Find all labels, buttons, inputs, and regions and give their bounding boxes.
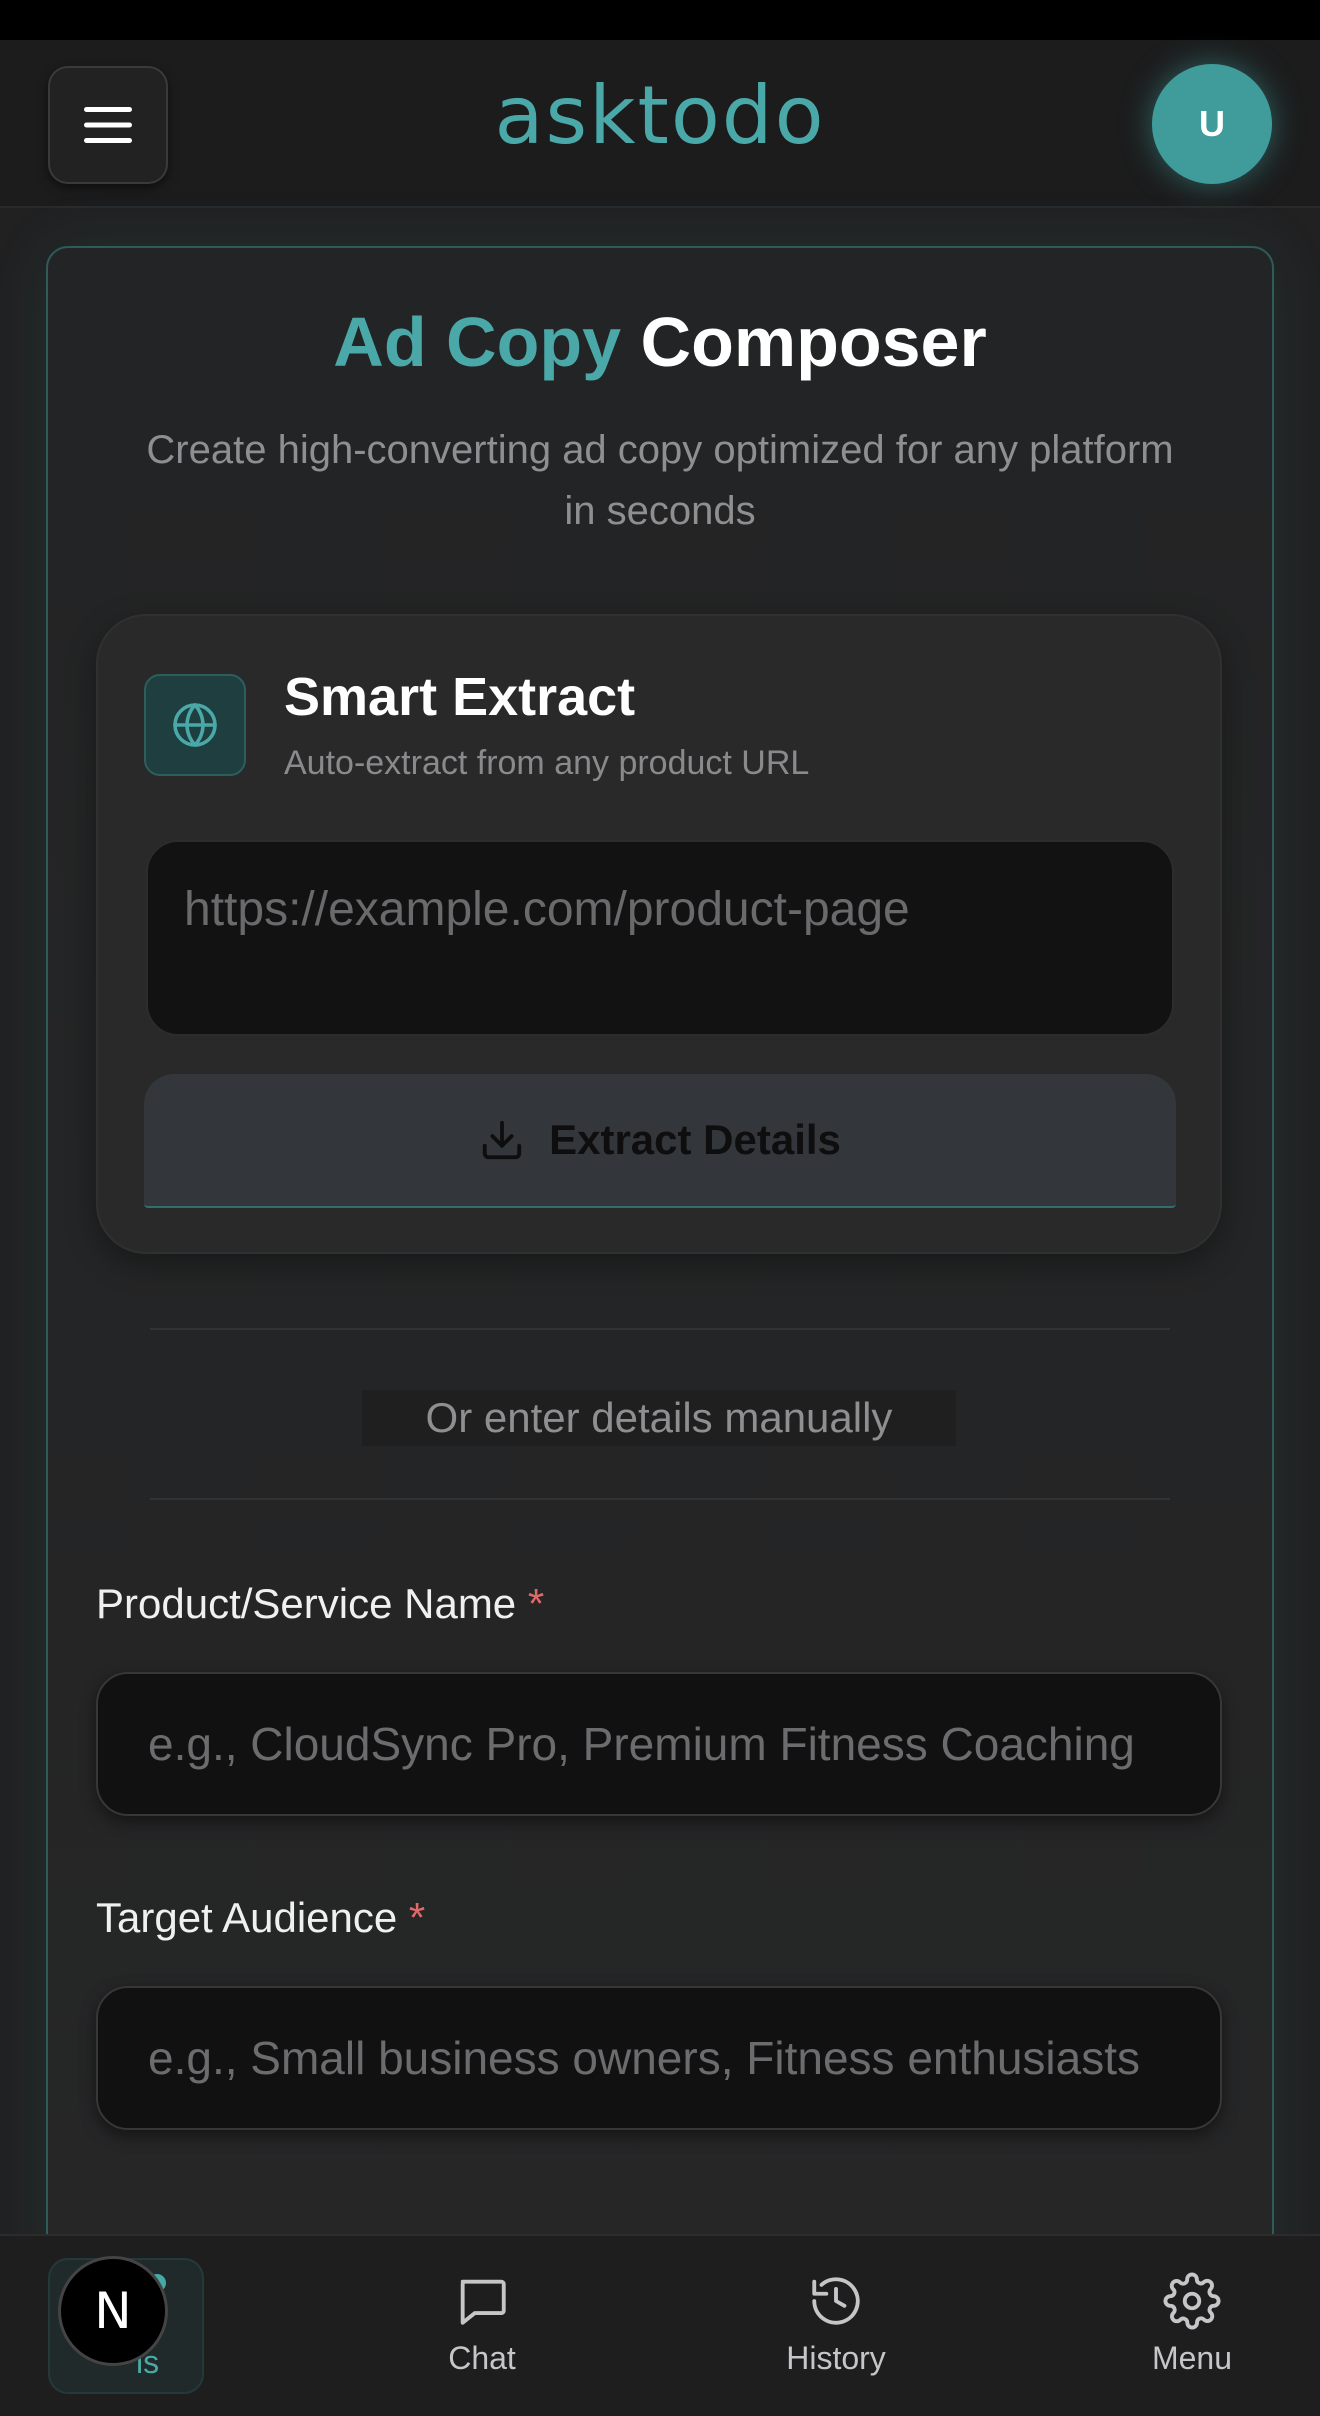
product-url-input[interactable] <box>146 840 1174 1036</box>
target-audience-label-text: Target Audience <box>96 1894 398 1941</box>
product-name-input[interactable] <box>96 1672 1222 1816</box>
nav-item-history-label: History <box>786 2340 886 2376</box>
extract-details-label: Extract Details <box>549 1116 841 1163</box>
download-icon <box>482 1120 522 1160</box>
smart-extract-subtitle: Auto-extract from any product URL <box>284 744 810 782</box>
status-bar <box>0 0 1320 40</box>
nav-item-history[interactable]: History <box>736 2272 936 2377</box>
bottom-navigation: ls Chat History Menu <box>0 2234 1320 2416</box>
title-highlight: Ad Copy <box>333 303 622 381</box>
nav-item-chat-label: Chat <box>448 2340 516 2376</box>
extract-details-button[interactable]: Extract Details <box>144 1074 1176 1208</box>
target-audience-input[interactable] <box>96 1986 1222 2130</box>
app-screen: asktodo U Ad Copy Composer Create high-c… <box>0 0 1320 2416</box>
nav-item-menu[interactable]: Menu <box>1092 2272 1292 2377</box>
history-icon <box>812 2277 860 2325</box>
app-logo[interactable]: asktodo <box>0 68 1320 164</box>
manual-entry-divider-label: Or enter details manually <box>362 1390 956 1446</box>
product-name-label-text: Product/Service Name <box>96 1580 517 1627</box>
smart-extract-title: Smart Extract <box>284 667 636 727</box>
app-header: asktodo U <box>0 40 1320 208</box>
divider-line <box>150 1328 1170 1330</box>
required-asterisk: * <box>527 1580 545 1627</box>
gear-icon <box>1163 2272 1221 2330</box>
title-rest: Composer <box>640 303 987 381</box>
page-title: Ad Copy Composer <box>46 300 1274 384</box>
target-audience-label: Target Audience * <box>96 1894 425 1942</box>
framework-badge[interactable]: N <box>58 2256 168 2366</box>
nav-item-menu-label: Menu <box>1151 2340 1233 2376</box>
smart-extract-icon-box <box>144 674 246 776</box>
product-name-label: Product/Service Name * <box>96 1580 544 1628</box>
nav-item-chat[interactable]: Chat <box>382 2272 582 2377</box>
divider-line <box>150 1498 1170 1500</box>
user-avatar[interactable]: U <box>1152 64 1272 184</box>
globe-icon <box>173 703 217 747</box>
chat-bubble-icon <box>460 2279 506 2325</box>
page-subtitle: Create high-converting ad copy optimized… <box>146 428 1174 533</box>
required-asterisk: * <box>408 1894 426 1941</box>
